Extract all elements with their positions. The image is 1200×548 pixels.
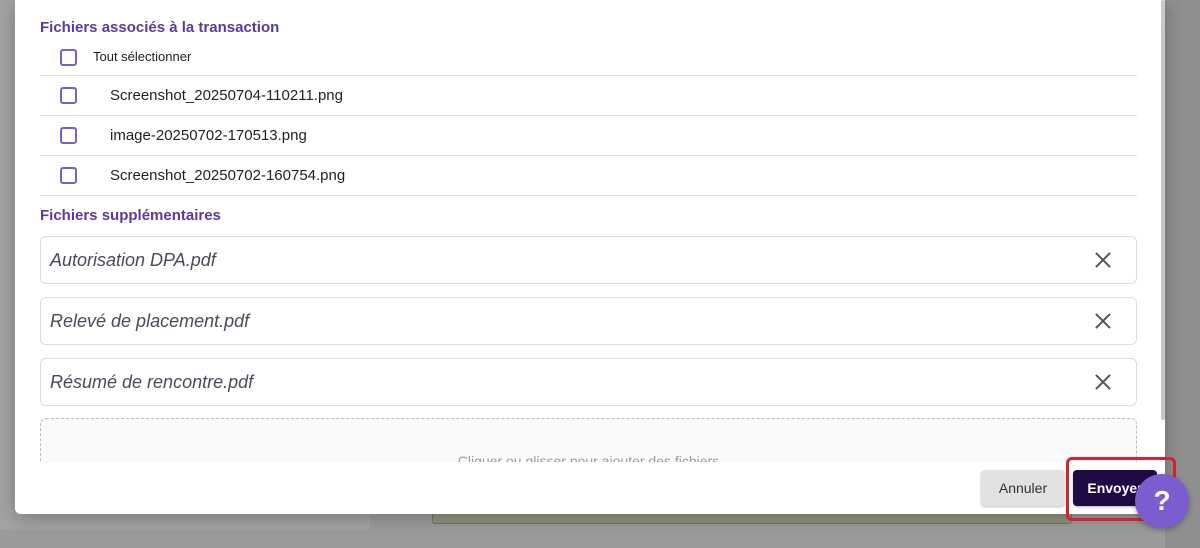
extra-files-title: Fichiers supplémentaires — [40, 207, 221, 224]
scrollbar[interactable] — [1161, 0, 1165, 420]
attached-file-name: Autorisation DPA.pdf — [50, 250, 216, 270]
dropzone-hint: Cliquer ou glisser pour ajouter des fich… — [457, 453, 720, 462]
attached-file-name: Résumé de rencontre.pdf — [50, 372, 254, 392]
attached-file-name: Relevé de placement.pdf — [50, 311, 250, 331]
attached-file-item: Résumé de rencontre.pdf — [40, 358, 1137, 406]
file-checkbox[interactable] — [60, 87, 77, 104]
divider — [40, 115, 1137, 116]
help-button[interactable]: ? — [1135, 474, 1189, 528]
file-dropzone[interactable]: Cliquer ou glisser pour ajouter des fich… — [40, 418, 1137, 462]
linked-file-name[interactable]: image-20250702-170513.png — [110, 127, 307, 144]
cancel-button[interactable]: Annuler — [981, 470, 1065, 506]
close-icon[interactable] — [1092, 249, 1114, 271]
close-icon[interactable] — [1092, 310, 1114, 332]
select-all-checkbox[interactable] — [60, 49, 77, 66]
linked-files-title: Fichiers associés à la transaction — [40, 19, 280, 36]
select-all-label[interactable]: Tout sélectionner — [93, 49, 191, 64]
file-checkbox[interactable] — [60, 167, 77, 184]
linked-file-name[interactable]: Screenshot_20250704-110211.png — [110, 87, 343, 104]
divider — [40, 155, 1137, 156]
attached-file-item: Autorisation DPA.pdf — [40, 236, 1137, 284]
divider — [40, 195, 1137, 196]
attached-file-item: Relevé de placement.pdf — [40, 297, 1137, 345]
divider — [40, 75, 1137, 76]
send-files-modal: Fichiers associés à la transaction Tout … — [15, 0, 1165, 514]
file-checkbox[interactable] — [60, 127, 77, 144]
modal-body: Fichiers associés à la transaction Tout … — [15, 0, 1165, 462]
modal-footer: Annuler Envoyer — [15, 462, 1165, 514]
close-icon[interactable] — [1092, 371, 1114, 393]
linked-file-name[interactable]: Screenshot_20250702-160754.png — [110, 167, 345, 184]
